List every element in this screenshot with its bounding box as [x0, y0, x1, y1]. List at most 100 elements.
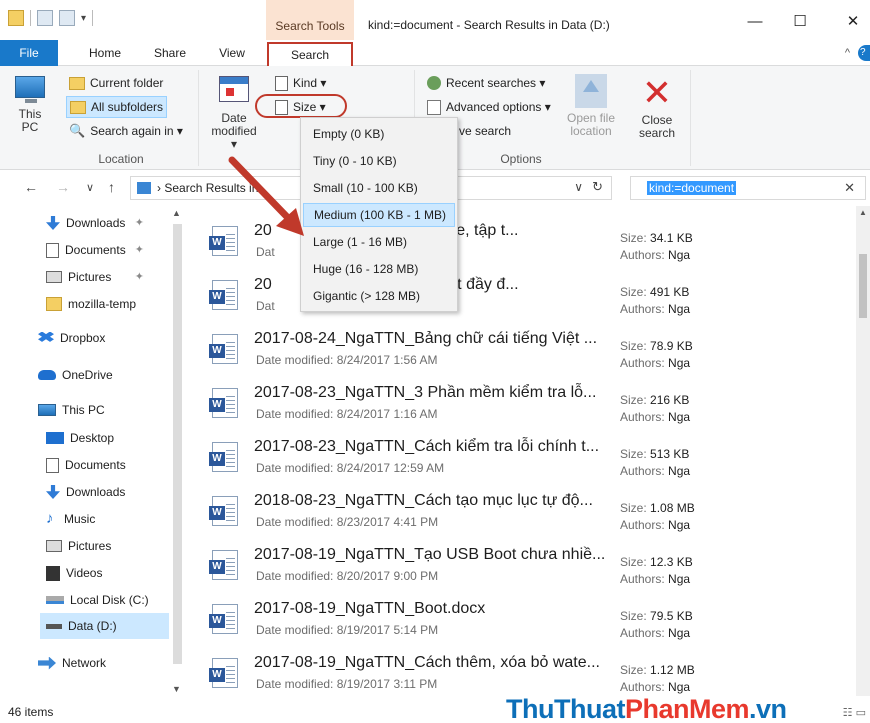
maximize-button[interactable]: ☐ — [785, 10, 815, 34]
search-query[interactable]: kind:=document — [647, 181, 737, 195]
properties-icon[interactable] — [37, 10, 53, 26]
tab-share[interactable]: Share — [146, 40, 194, 66]
list-item[interactable]: 2017-08-23_NgaTTN_Cách kiểm tra lỗi chín… — [206, 430, 846, 484]
current-folder-button[interactable]: Current folder — [66, 72, 166, 94]
size-option-gigantic[interactable]: Gigantic (> 128 MB) — [303, 284, 455, 308]
search-tools-context-tab: Search Tools — [266, 0, 354, 40]
breadcrumb[interactable]: › Search Results in — [157, 181, 258, 195]
this-pc-button[interactable]: This PC — [10, 76, 50, 134]
size-option-huge[interactable]: Huge (16 - 128 MB) — [303, 257, 455, 281]
scroll-up-icon[interactable]: ▲ — [172, 208, 181, 218]
file-size: Size: 491 KB — [620, 285, 690, 299]
folder-icon[interactable] — [8, 10, 24, 26]
tab-search[interactable]: Search — [267, 42, 353, 67]
list-item[interactable]: 2017-08-23_NgaTTN_3 Phần mềm kiểm tra lỗ… — [206, 376, 846, 430]
forward-button[interactable]: → — [56, 179, 70, 195]
nav-item-pictures[interactable]: Pictures ✦ — [46, 264, 166, 290]
open-file-location-button[interactable]: Open file location — [560, 74, 622, 138]
nav-item-dropbox[interactable]: Dropbox — [38, 325, 166, 351]
date-modified-label: Date modified ▾ — [211, 111, 257, 151]
size-option-large[interactable]: Large (1 - 16 MB) — [303, 230, 455, 254]
search-again-button[interactable]: 🔍 Search again in ▾ — [66, 120, 186, 142]
recent-locations-button[interactable]: ∨ — [86, 181, 94, 194]
help-icon[interactable]: ? — [858, 45, 870, 61]
tab-view[interactable]: View — [210, 40, 254, 66]
size-option-tiny[interactable]: Tiny (0 - 10 KB) — [303, 149, 455, 173]
nav-item-documents-pc[interactable]: Documents — [46, 452, 166, 478]
all-subfolders-button[interactable]: All subfolders — [66, 96, 168, 118]
list-item[interactable]: 2017-08-19_NgaTTN_Tạo USB Boot chưa nhiề… — [206, 538, 846, 592]
nav-item-mozilla-temp[interactable]: mozilla-temp — [46, 291, 166, 317]
nav-item-videos[interactable]: Videos — [46, 560, 166, 586]
results-scrollbar[interactable]: ▲ — [856, 206, 870, 696]
new-folder-icon[interactable] — [59, 10, 75, 26]
nav-item-music[interactable]: ♪ Music — [46, 506, 166, 532]
nav-item-pictures-pc[interactable]: Pictures — [46, 533, 166, 559]
list-item[interactable]: 2017-08-19_NgaTTN_Cách thêm, xóa bỏ wate… — [206, 646, 846, 696]
scrollbar-thumb[interactable] — [859, 254, 867, 318]
tab-file[interactable]: File — [0, 40, 58, 66]
recent-searches-button[interactable]: Recent searches ▾ — [424, 72, 548, 94]
nav-item-documents[interactable]: Documents ✦ — [46, 237, 166, 263]
size-highlight-annotation — [255, 94, 347, 118]
drive-icon — [46, 623, 62, 629]
folder-icon — [70, 100, 86, 114]
location-group-label: Location — [98, 152, 144, 166]
word-document-icon — [209, 388, 238, 418]
nav-item-label: mozilla-temp — [68, 297, 137, 311]
save-search-button[interactable]: ve search — [456, 120, 514, 142]
list-item[interactable]: 2018-08-23_NgaTTN_Cách tạo mục lục tự độ… — [206, 484, 846, 538]
collapse-ribbon-icon[interactable]: ^ — [845, 47, 850, 59]
nav-item-desktop[interactable]: Desktop — [46, 425, 166, 451]
nav-item-data-d[interactable]: Data (D:) — [40, 613, 169, 639]
nav-item-local-disk-c[interactable]: Local Disk (C:) — [46, 587, 166, 613]
file-name: 2017-08-23_NgaTTN_Cách kiểm tra lỗi chín… — [254, 438, 600, 455]
current-folder-label: Current folder — [90, 76, 164, 90]
list-item[interactable]: 2017-08-24_NgaTTN_Bảng chữ cái tiếng Việ… — [206, 322, 846, 376]
file-name: 2017-08-23_NgaTTN_3 Phần mềm kiểm tra lỗ… — [254, 384, 597, 401]
size-option-medium[interactable]: Medium (100 KB - 1 MB) — [303, 203, 455, 227]
size-option-small[interactable]: Small (10 - 100 KB) — [303, 176, 455, 200]
close-button[interactable]: ✕ — [838, 10, 868, 34]
scroll-down-icon[interactable]: ▼ — [172, 684, 181, 694]
open-file-location-label: Open file location — [566, 111, 616, 138]
clear-search-icon[interactable]: ✕ — [844, 180, 855, 196]
kind-button[interactable]: Kind ▾ — [272, 72, 329, 94]
kind-label: Kind ▾ — [293, 76, 327, 90]
advanced-options-icon — [427, 99, 441, 115]
minimize-button[interactable]: — — [740, 10, 770, 34]
refresh-icon[interactable]: ↻ — [592, 179, 603, 195]
nav-item-downloads-pc[interactable]: Downloads — [46, 479, 166, 505]
customize-qat-icon[interactable]: ▾ — [81, 13, 86, 24]
size-dropdown-menu: Empty (0 KB) Tiny (0 - 10 KB) Small (10 … — [300, 117, 458, 312]
file-authors: Authors: Nga — [620, 302, 691, 316]
search-input[interactable]: kind:=document ✕ — [630, 176, 866, 200]
details-view-icon[interactable]: ☷ — [843, 707, 853, 719]
view-toggle[interactable]: ☷ ▭ — [843, 706, 866, 719]
file-size: Size: 513 KB — [620, 447, 690, 461]
size-option-empty[interactable]: Empty (0 KB) — [303, 122, 455, 146]
download-icon — [46, 485, 60, 499]
search-again-label: Search again in ▾ — [90, 124, 183, 138]
tiles-view-icon[interactable]: ▭ — [856, 707, 866, 719]
quick-access-toolbar: ▾ — [8, 10, 94, 26]
date-modified-button[interactable]: Date modified ▾ — [204, 76, 264, 151]
nav-item-onedrive[interactable]: OneDrive — [38, 362, 166, 388]
nav-item-label: This PC — [62, 403, 105, 417]
scrollbar-thumb[interactable] — [173, 224, 182, 664]
navigation-scrollbar[interactable]: ▲ ▼ — [169, 206, 185, 696]
file-authors: Authors: Nga — [620, 464, 691, 478]
dropbox-icon — [38, 331, 54, 342]
tab-home[interactable]: Home — [80, 40, 130, 66]
music-icon: ♪ — [46, 510, 54, 527]
list-item[interactable]: 2017-08-19_NgaTTN_Boot.docx Date modifie… — [206, 592, 846, 646]
nav-item-downloads[interactable]: Downloads ✦ — [46, 210, 166, 236]
back-button[interactable]: ← — [24, 179, 38, 195]
advanced-options-button[interactable]: Advanced options ▾ — [424, 96, 554, 118]
nav-item-this-pc[interactable]: This PC — [38, 397, 166, 423]
up-button[interactable]: ↑ — [108, 179, 115, 195]
scroll-up-icon[interactable]: ▲ — [859, 208, 867, 217]
close-search-button[interactable]: ✕ Close search — [632, 75, 682, 140]
nav-item-network[interactable]: Network — [38, 650, 166, 676]
address-dropdown-icon[interactable]: ∨ — [574, 180, 583, 194]
